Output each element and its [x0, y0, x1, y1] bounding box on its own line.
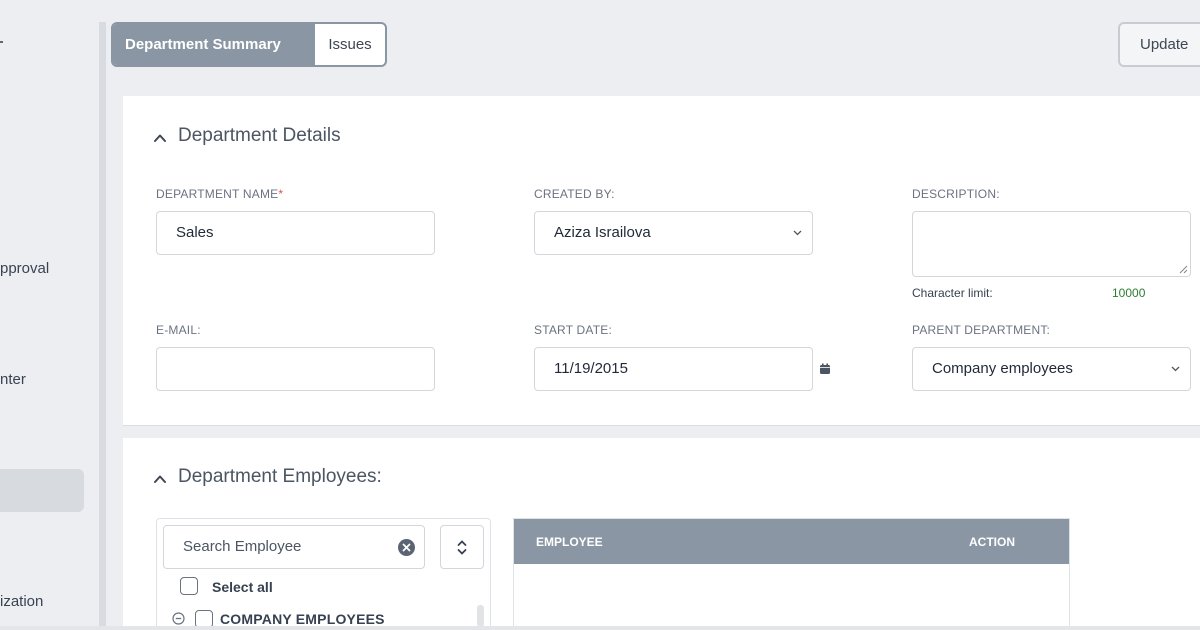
sidebar: pproval nter ization [0, 0, 100, 630]
tab-issues[interactable]: Issues [315, 24, 385, 65]
sidebar-tick [0, 41, 3, 43]
start-date-field[interactable]: 11/19/2015 [534, 347, 813, 391]
sort-icon [457, 540, 467, 555]
created-by-value: Aziza Israilova [554, 224, 651, 241]
department-name-field[interactable]: Sales [156, 211, 435, 255]
tab-department-summary[interactable]: Department Summary [113, 24, 315, 65]
email-field[interactable] [156, 347, 435, 391]
sidebar-item-active[interactable] [0, 469, 84, 512]
parent-department-select[interactable]: Company employees [912, 347, 1191, 391]
column-header-action: ACTION [969, 535, 1015, 549]
chevron-down-icon [1171, 366, 1180, 372]
sidebar-item-label: pproval [0, 260, 50, 277]
description-label: DESCRIPTION: [912, 187, 1000, 201]
search-placeholder: Search Employee [183, 538, 302, 555]
select-all-checkbox[interactable] [180, 577, 198, 595]
parent-department-label: PARENT DEPARTMENT: [912, 323, 1051, 337]
description-textarea[interactable] [912, 211, 1191, 277]
sidebar-item-label: nter [0, 371, 26, 388]
department-employees-panel: Department Employees: Search Employee Se… [123, 438, 1200, 628]
chevron-down-icon [793, 230, 802, 236]
sort-button[interactable] [440, 525, 484, 569]
sidebar-item-approval[interactable]: pproval [0, 260, 49, 277]
email-label: E-MAIL: [156, 323, 201, 337]
tree-node-company-employees[interactable]: COMPANY EMPLOYEES [220, 611, 385, 627]
clear-icon[interactable] [398, 539, 415, 556]
column-header-employee: EMPLOYEE [536, 535, 603, 549]
chevron-up-icon[interactable] [153, 472, 167, 486]
select-all-label: Select all [212, 579, 273, 595]
section-title-employees: Department Employees: [178, 466, 382, 487]
calendar-icon[interactable] [819, 363, 831, 375]
employee-tree: Search Employee Select all COMPANY EMPLO… [156, 518, 491, 628]
character-limit-label: Character limit: [912, 286, 993, 300]
bottom-edge [0, 626, 1200, 630]
created-by-label: CREATED BY: [534, 187, 615, 201]
parent-department-value: Company employees [932, 360, 1073, 377]
table-header: EMPLOYEE ACTION [514, 519, 1069, 564]
sidebar-scrollbar[interactable] [99, 22, 106, 626]
department-details-panel: Department Details DEPARTMENT NAME* Sale… [123, 96, 1200, 426]
tab-bar: Department Summary Issues [111, 22, 387, 67]
update-button[interactable]: Update [1118, 22, 1200, 67]
section-title-details: Department Details [178, 125, 341, 146]
sidebar-item-organization[interactable]: ization [0, 593, 43, 610]
sidebar-item-label: ization [0, 593, 44, 610]
sidebar-item-center[interactable]: nter [0, 371, 26, 388]
employee-table: EMPLOYEE ACTION [513, 518, 1070, 628]
start-date-label: START DATE: [534, 323, 612, 337]
search-employee-input[interactable]: Search Employee [163, 525, 425, 569]
created-by-select[interactable]: Aziza Israilova [534, 211, 813, 255]
character-limit-value: 10000 [1112, 286, 1146, 300]
tree-scrollbar[interactable] [477, 605, 484, 627]
collapse-icon[interactable] [172, 612, 185, 625]
chevron-up-icon[interactable] [153, 131, 167, 145]
resize-grip-icon[interactable] [1179, 265, 1188, 274]
department-name-label: DEPARTMENT NAME* [156, 187, 284, 201]
